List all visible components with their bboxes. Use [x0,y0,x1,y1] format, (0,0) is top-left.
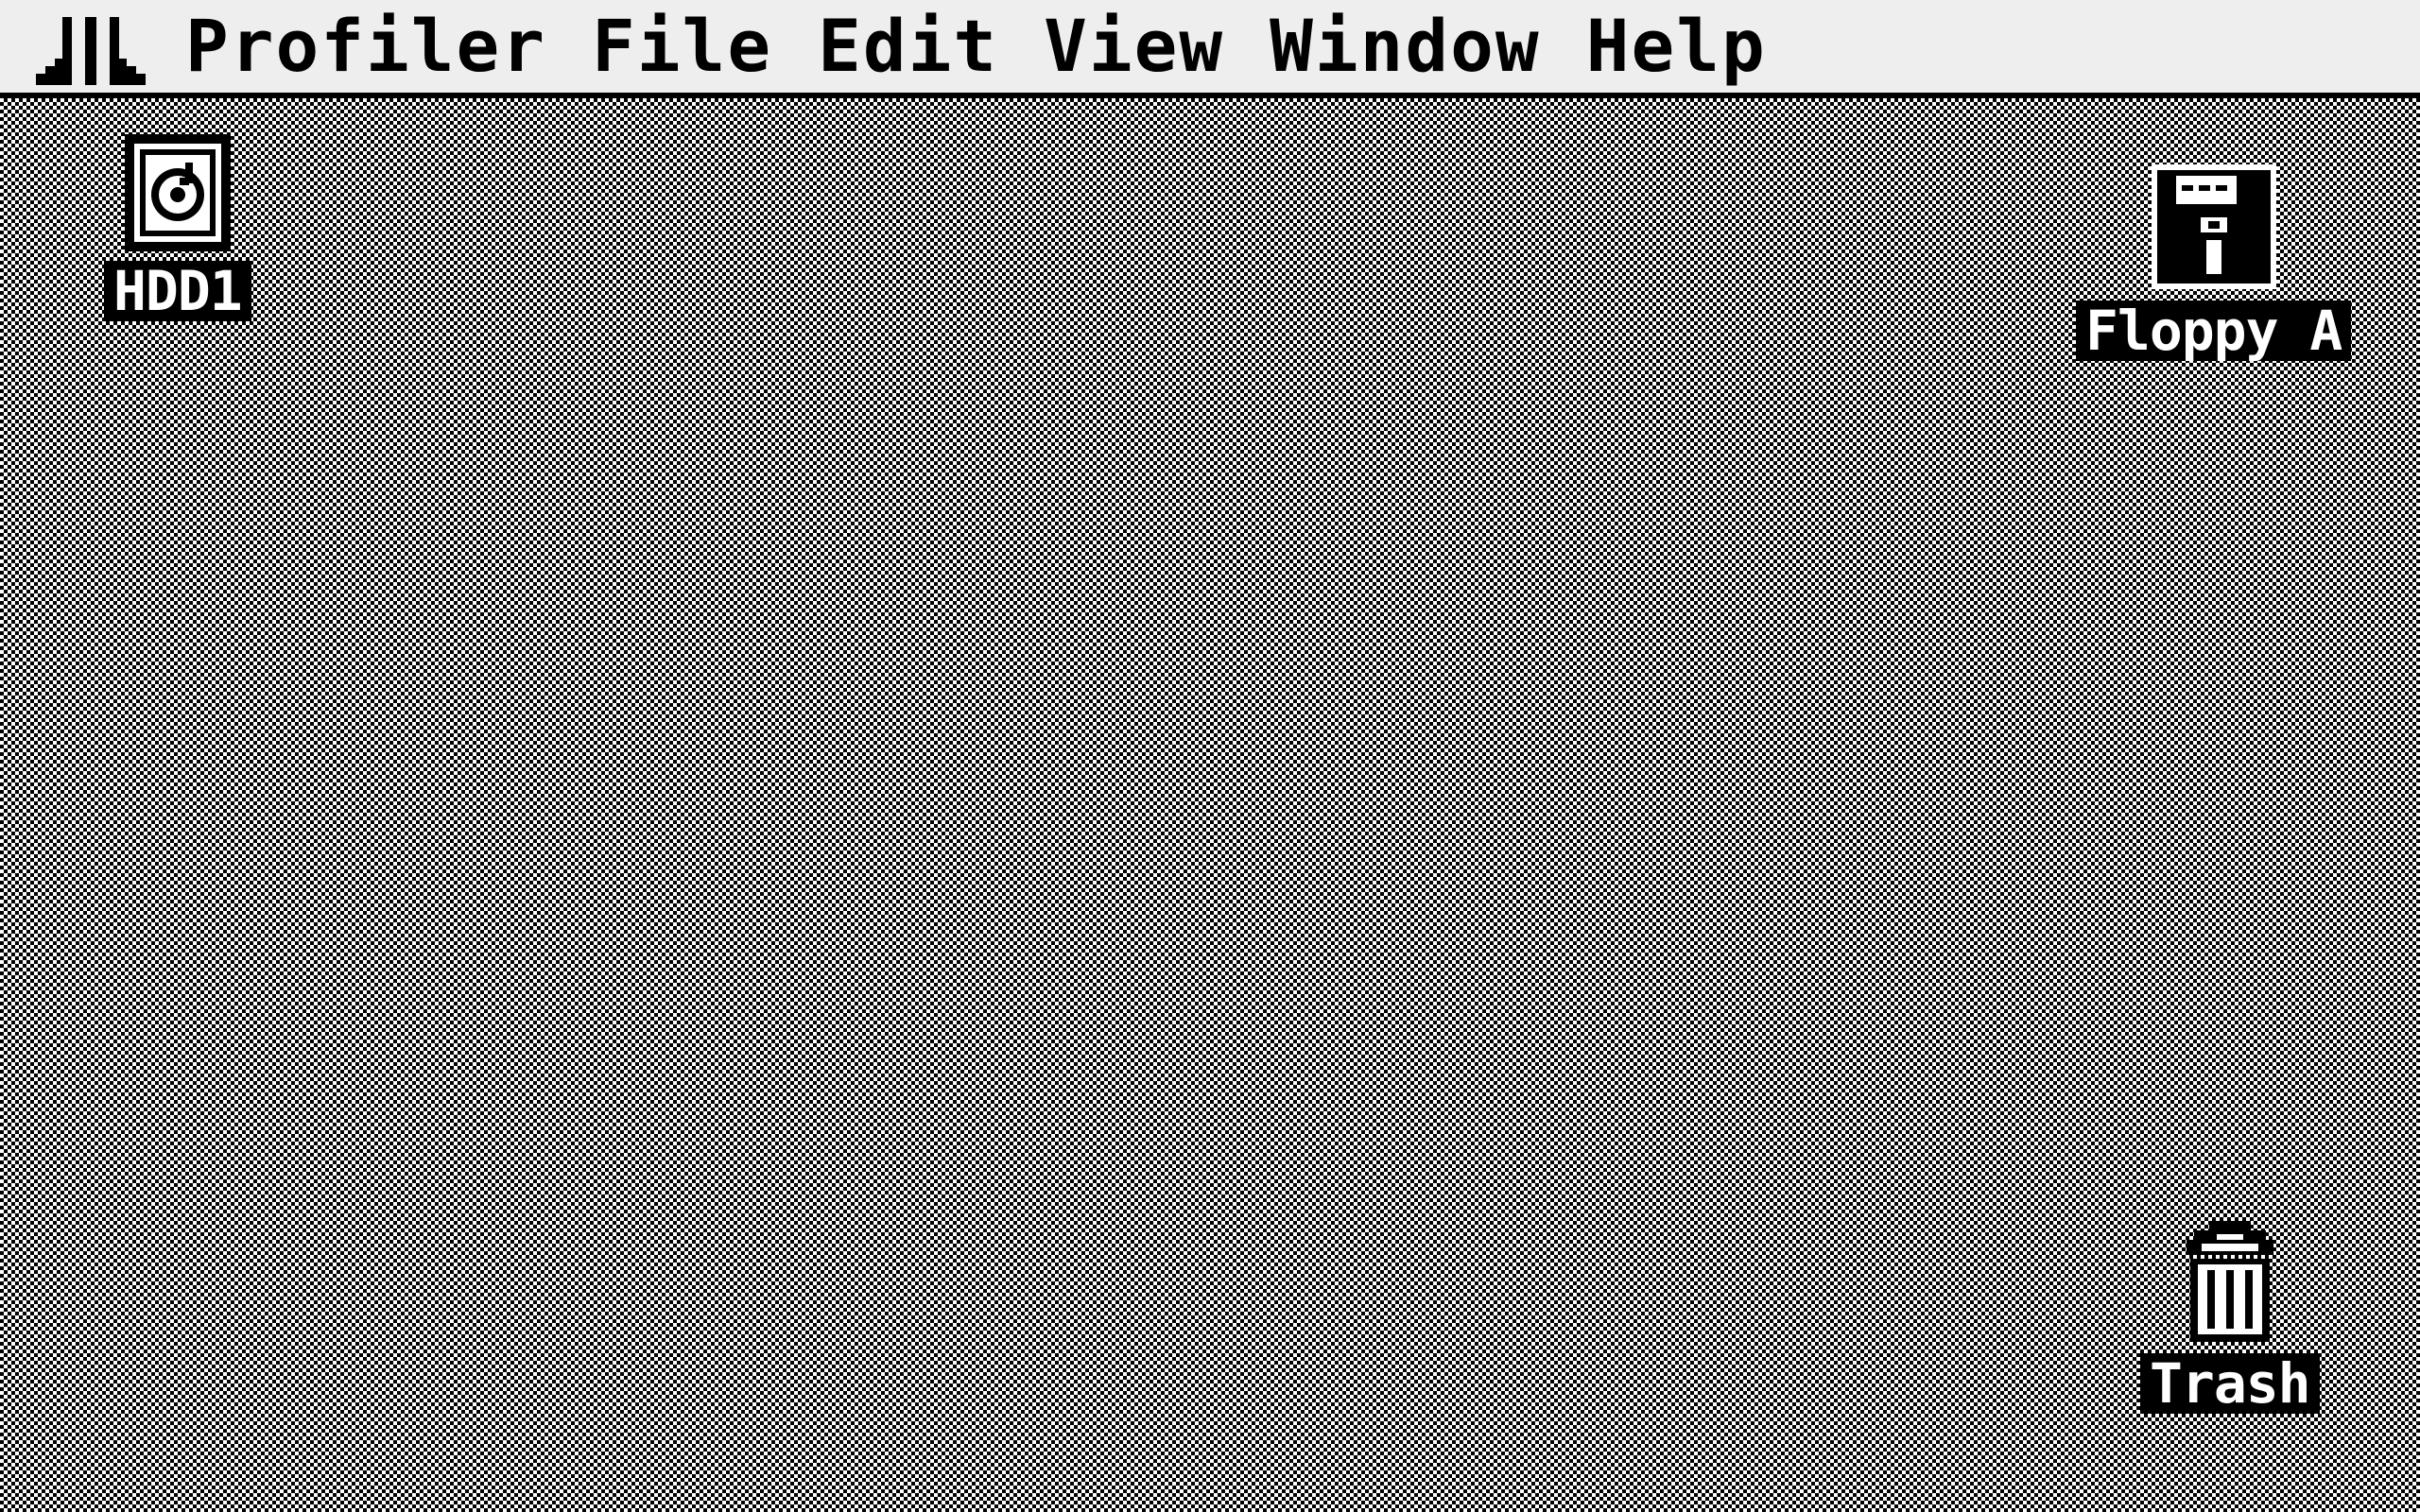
floppy-disk-icon[interactable] [2151,164,2276,289]
desktop-icon-floppy-a[interactable]: Floppy A [2076,164,2352,361]
menu-bar: Profiler File Edit View Window Help [0,0,2420,98]
desktop-icon-trash[interactable]: Trash [2140,1221,2320,1414]
desktop-icon-label: Floppy A [2076,301,2352,361]
menu-view[interactable]: View [1044,0,1224,93]
menu-window[interactable]: Window [1270,0,1541,93]
trash-can-icon[interactable] [2181,1221,2279,1344]
menu-items: Profiler File Edit View Window Help [185,0,1812,93]
menu-edit[interactable]: Edit [818,0,998,93]
hard-disk-icon[interactable] [124,134,231,251]
desktop-icon-hdd1[interactable]: HDD1 [104,134,251,321]
menu-help[interactable]: Help [1586,0,1767,93]
menu-file[interactable]: File [592,0,772,93]
desktop-icon-label: Trash [2140,1353,2320,1414]
desktop-icon-label: HDD1 [104,261,251,321]
menu-profiler[interactable]: Profiler [185,0,546,93]
atari-fuji-icon[interactable] [36,17,146,85]
